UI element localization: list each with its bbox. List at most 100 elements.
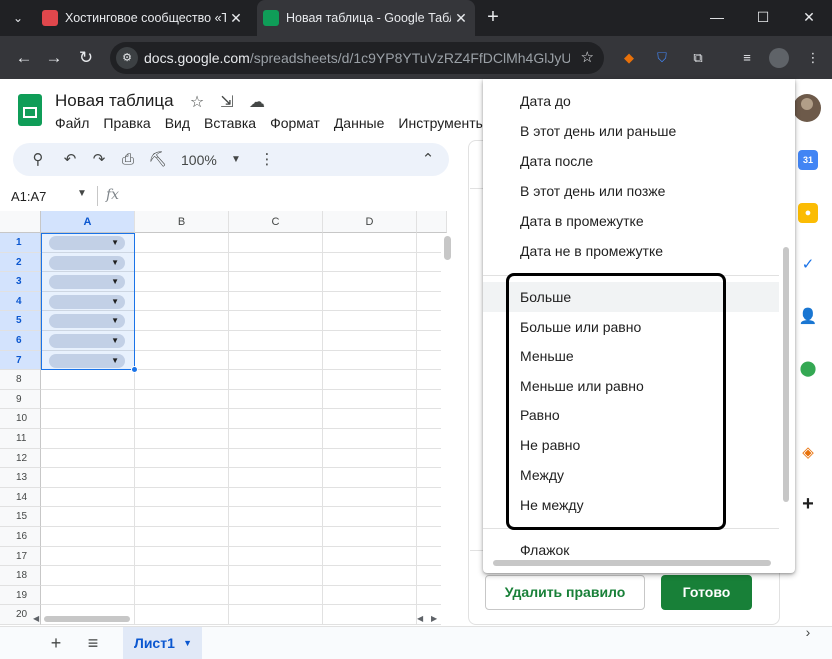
- option-on-or-after[interactable]: В этот день или позже: [483, 176, 779, 206]
- cloud-saved-icon[interactable]: ☁: [247, 93, 267, 113]
- sheet-tab-caret-icon[interactable]: ▼: [183, 627, 192, 659]
- row-header[interactable]: 18: [0, 566, 41, 586]
- name-box[interactable]: A1:A7: [11, 189, 46, 204]
- chip-arrow-icon[interactable]: ▼: [111, 275, 119, 289]
- dropdown-chip[interactable]: ▼: [49, 353, 125, 368]
- menu-file[interactable]: Файл: [48, 113, 96, 133]
- column-header-a[interactable]: A: [41, 211, 135, 233]
- url-text[interactable]: docs.google.com/spreadsheets/d/1c9YP8YTu…: [144, 42, 570, 74]
- calendar-icon[interactable]: 31: [798, 150, 818, 170]
- chip-arrow-icon[interactable]: ▼: [111, 236, 119, 250]
- tab-search-icon[interactable]: ⌄: [8, 8, 28, 28]
- dropdown-horizontal-scrollbar[interactable]: [493, 560, 771, 566]
- menu-data[interactable]: Данные: [327, 113, 392, 133]
- column-header-c[interactable]: C: [229, 211, 323, 233]
- row-header[interactable]: 1: [0, 233, 41, 253]
- row-header[interactable]: 5: [0, 311, 41, 331]
- forward-icon[interactable]: →: [42, 46, 66, 70]
- paint-format-icon[interactable]: ⛏: [147, 149, 169, 171]
- row-header[interactable]: 13: [0, 468, 41, 488]
- row-header[interactable]: 6: [0, 331, 41, 351]
- row-header[interactable]: 12: [0, 448, 41, 469]
- collapse-toolbar-icon[interactable]: ⌃: [417, 149, 439, 171]
- menu-edit[interactable]: Правка: [96, 113, 157, 133]
- document-title[interactable]: Новая таблица: [55, 91, 174, 111]
- sheet-tab[interactable]: Лист1 ▼: [123, 627, 202, 659]
- dropdown-chip[interactable]: ▼: [49, 294, 125, 309]
- keep-icon[interactable]: ●: [798, 203, 818, 223]
- delete-rule-button[interactable]: Удалить правило: [485, 575, 645, 610]
- bookmark-star-icon[interactable]: ☆: [581, 42, 594, 74]
- done-button[interactable]: Готово: [661, 575, 752, 610]
- row-header[interactable]: 15: [0, 507, 41, 527]
- zoom-select[interactable]: 100%: [181, 149, 217, 171]
- dropdown-vertical-scrollbar[interactable]: [783, 247, 789, 502]
- row-header[interactable]: 10: [0, 409, 41, 429]
- minimize-icon[interactable]: —: [694, 0, 740, 36]
- star-icon[interactable]: ☆: [187, 93, 207, 113]
- row-header[interactable]: 2: [0, 252, 41, 273]
- user-avatar[interactable]: [793, 94, 821, 122]
- dropdown-chip[interactable]: ▼: [49, 236, 125, 250]
- option-on-or-before[interactable]: В этот день или раньше: [483, 116, 779, 146]
- profile-avatar-icon[interactable]: [769, 48, 789, 68]
- browser-tab-inactive[interactable]: Хостинговое сообщество «Tim ✕: [36, 4, 250, 32]
- sheets-logo-icon[interactable]: [18, 94, 42, 126]
- chip-arrow-icon[interactable]: ▼: [111, 334, 119, 348]
- column-header-e[interactable]: [417, 211, 447, 233]
- column-header-d[interactable]: D: [323, 211, 417, 233]
- spreadsheet-grid[interactable]: A B C D 1 2 3 4 5 6 7 8 9 10 11 12 13 14 15 16 17 18 19 20 …: [0, 211, 455, 625]
- browser-menu-icon[interactable]: ⋮: [803, 48, 823, 68]
- scroll-left-icon[interactable]: ◀: [33, 614, 39, 623]
- address-bar[interactable]: ⚙ docs.google.com/spreadsheets/d/1c9YP8Y…: [110, 42, 604, 74]
- get-addons-icon[interactable]: +: [798, 494, 818, 514]
- row-header[interactable]: 11: [0, 429, 41, 449]
- browser-tab-active[interactable]: Новая таблица - Google Табли ✕: [257, 0, 475, 36]
- option-date-between[interactable]: Дата в промежутке: [483, 206, 779, 236]
- row-header[interactable]: 14: [0, 487, 41, 508]
- reload-icon[interactable]: ↻: [74, 46, 98, 70]
- row-header[interactable]: 19: [0, 585, 41, 606]
- close-tab-icon[interactable]: ✕: [228, 4, 244, 32]
- dropdown-chip[interactable]: ▼: [49, 255, 125, 270]
- extensions-puzzle-icon[interactable]: ⧉: [688, 48, 708, 68]
- menu-insert[interactable]: Вставка: [197, 113, 263, 133]
- move-folder-icon[interactable]: ⇲: [217, 93, 237, 113]
- menu-format[interactable]: Формат: [263, 113, 327, 133]
- contacts-icon[interactable]: 👤: [798, 307, 818, 327]
- zoom-dropdown-icon[interactable]: ▼: [225, 149, 247, 171]
- media-controls-icon[interactable]: ≡: [737, 48, 757, 68]
- close-tab-icon[interactable]: ✕: [453, 0, 469, 36]
- row-header[interactable]: 17: [0, 546, 41, 567]
- row-header[interactable]: 4: [0, 291, 41, 312]
- fill-handle[interactable]: [131, 366, 138, 373]
- maps-icon[interactable]: ⬤: [798, 359, 818, 379]
- option-date-not-between[interactable]: Дата не в промежутке: [483, 236, 779, 266]
- row-header[interactable]: 7: [0, 350, 41, 371]
- undo-icon[interactable]: ↶: [59, 149, 81, 171]
- row-header[interactable]: 9: [0, 389, 41, 410]
- name-box-dropdown-icon[interactable]: ▼: [77, 188, 87, 199]
- redo-icon[interactable]: ↷: [88, 149, 110, 171]
- back-icon[interactable]: ←: [12, 46, 36, 70]
- site-info-icon[interactable]: ⚙: [116, 47, 138, 69]
- new-tab-icon[interactable]: +: [482, 6, 504, 28]
- select-all-corner[interactable]: [0, 211, 41, 233]
- expand-side-panel-icon[interactable]: ›: [798, 622, 818, 642]
- all-sheets-icon[interactable]: ≡: [83, 633, 103, 653]
- chip-arrow-icon[interactable]: ▼: [111, 295, 119, 309]
- extension-shield-icon[interactable]: ⛉: [652, 48, 672, 68]
- dropdown-chip[interactable]: ▼: [49, 314, 125, 329]
- more-options-icon[interactable]: ⋮: [256, 149, 278, 171]
- grid-vertical-scrollbar[interactable]: [444, 236, 451, 260]
- chip-arrow-icon[interactable]: ▼: [111, 354, 119, 368]
- menu-view[interactable]: Вид: [158, 113, 197, 133]
- scroll-right-icon[interactable]: ◀: [417, 614, 423, 623]
- row-header[interactable]: 8: [0, 370, 41, 390]
- column-header-b[interactable]: B: [135, 211, 229, 233]
- close-window-icon[interactable]: ✕: [786, 0, 832, 36]
- maximize-icon[interactable]: ☐: [740, 0, 786, 36]
- dropdown-chip[interactable]: ▼: [49, 275, 125, 290]
- tasks-icon[interactable]: ✓: [798, 255, 818, 275]
- option-date-before[interactable]: Дата до: [483, 86, 779, 116]
